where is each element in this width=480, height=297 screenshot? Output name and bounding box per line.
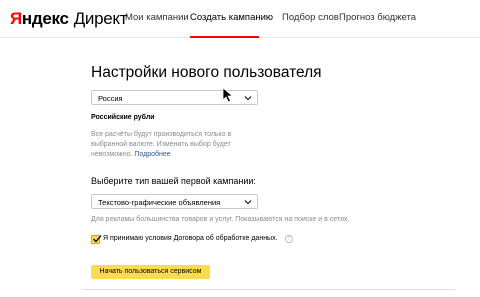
campaign-type-select[interactable]: Текстово-графические объявления	[91, 194, 258, 209]
logo-ya-letter: Я	[10, 9, 22, 28]
footer-divider	[82, 289, 455, 290]
checkmark-icon	[93, 235, 102, 243]
campaign-type-label: Выберите тип вашей первой кампании:	[91, 176, 256, 186]
agreement-checkbox[interactable]	[91, 235, 102, 244]
note-line-3: невозможно. Подробнее	[91, 150, 251, 160]
nav-my-campaigns[interactable]: Мои кампании	[125, 12, 189, 23]
campaign-type-select-value: Текстово-графические объявления	[98, 198, 221, 207]
start-using-service-button[interactable]: Начать пользоваться сервисом	[91, 265, 210, 279]
page-title: Настройки нового пользователя	[91, 64, 322, 81]
note-line-3-text: невозможно.	[91, 151, 133, 158]
nav-keyword-selection[interactable]: Подбор слов	[282, 12, 339, 23]
country-select-value: Россия	[98, 94, 123, 103]
yandex-direct-logo[interactable]: Яндекс Директ	[10, 9, 128, 29]
logo-yandex-rest: ндекс	[21, 9, 69, 28]
nav-budget-forecast[interactable]: Прогноз бюджета	[339, 12, 416, 23]
currency-note: Все расчёты будут производиться только в…	[91, 130, 251, 160]
more-info-link[interactable]: Подробнее	[134, 151, 170, 158]
campaign-type-hint: Для рекламы большинства товаров и услуг.…	[91, 216, 350, 223]
logo-direct: Директ	[73, 9, 128, 28]
note-line-1: Все расчёты будут производиться только в	[91, 131, 232, 138]
info-icon[interactable]: ?	[285, 235, 293, 243]
chevron-down-icon	[244, 200, 252, 205]
currency-label: Российские рубли	[91, 114, 155, 121]
chevron-down-icon	[244, 96, 252, 101]
note-line-2: выбранной валюте. Изменить выбор будет	[91, 141, 231, 148]
active-tab-underline	[190, 36, 259, 38]
top-header: Яндекс Директ Мои кампании Создать кампан…	[0, 0, 480, 38]
mouse-cursor-icon	[222, 87, 234, 103]
agreement-text[interactable]: Я принимаю условия Договора об обработке…	[103, 235, 278, 242]
nav-create-campaign[interactable]: Создать кампанию	[190, 12, 273, 23]
